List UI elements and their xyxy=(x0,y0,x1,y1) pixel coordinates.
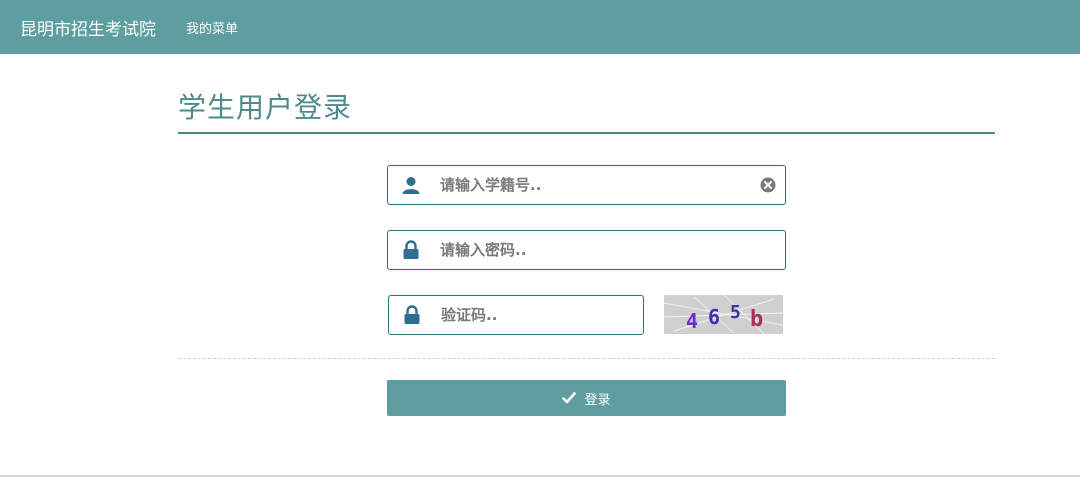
captcha-char: b xyxy=(750,307,763,332)
captcha-image[interactable]: 4 6 5 b xyxy=(663,294,784,335)
student-id-field[interactable] xyxy=(387,165,786,205)
password-input[interactable] xyxy=(434,231,785,269)
student-id-input[interactable] xyxy=(434,166,751,204)
check-icon xyxy=(562,392,577,404)
top-navbar: 昆明市招生考试院 我的菜单 xyxy=(0,0,1080,54)
captcha-char: 4 xyxy=(686,309,698,333)
clear-icon[interactable] xyxy=(751,166,785,204)
captcha-field[interactable] xyxy=(388,295,644,335)
brand-title[interactable]: 昆明市招生考试院 xyxy=(20,15,156,40)
lock-icon xyxy=(389,296,435,334)
lock-icon xyxy=(388,231,434,269)
form-divider xyxy=(178,358,995,359)
my-menu-link[interactable]: 我的菜单 xyxy=(186,18,238,37)
password-field[interactable] xyxy=(387,230,786,270)
captcha-char: 5 xyxy=(730,302,741,323)
title-divider xyxy=(178,132,995,134)
user-icon xyxy=(388,166,434,204)
captcha-char: 6 xyxy=(708,305,720,329)
page-title: 学生用户登录 xyxy=(178,91,353,124)
captcha-input[interactable] xyxy=(435,296,643,334)
login-label: 登录 xyxy=(584,392,611,408)
login-button[interactable]: 登录 xyxy=(387,380,786,416)
